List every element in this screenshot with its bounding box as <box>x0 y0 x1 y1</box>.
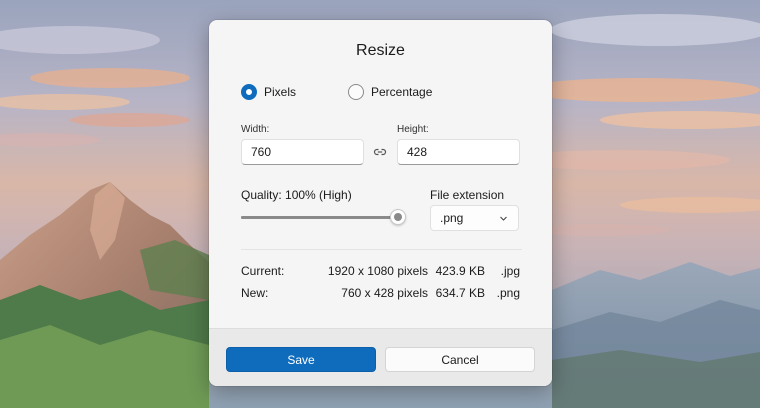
radio-pixels-label: Pixels <box>264 85 297 99</box>
radio-percentage-label: Percentage <box>371 85 433 99</box>
radio-percentage[interactable]: Percentage <box>348 84 432 100</box>
radio-pixels-indicator[interactable] <box>241 84 257 100</box>
resize-dialog: Resize Pixels Percentage Width: Height: … <box>209 20 552 386</box>
cancel-button[interactable]: Cancel <box>385 347 535 372</box>
new-info-row: New: 760 x 428 pixels 634.7 KB .png <box>241 286 522 302</box>
new-extension: .png <box>496 286 520 300</box>
height-label: Height: <box>397 124 429 135</box>
aspect-ratio-lock-button[interactable] <box>373 145 387 159</box>
height-input[interactable] <box>397 139 520 165</box>
new-file-size: 634.7 KB <box>435 286 485 300</box>
link-icon <box>373 148 387 156</box>
quality-slider[interactable] <box>241 208 406 226</box>
divider <box>241 249 522 250</box>
current-file-size: 423.9 KB <box>435 264 485 278</box>
chevron-down-icon <box>500 216 507 221</box>
file-extension-label: File extension <box>430 188 505 202</box>
radio-pixels[interactable]: Pixels <box>241 84 296 100</box>
current-extension: .jpg <box>500 264 520 278</box>
quality-slider-fill <box>241 216 391 219</box>
save-button[interactable]: Save <box>226 347 376 372</box>
file-extension-value: .png <box>440 211 464 225</box>
dialog-title: Resize <box>356 42 405 59</box>
current-info-row: Current: 1920 x 1080 pixels 423.9 KB .jp… <box>241 264 522 280</box>
current-dimensions: 1920 x 1080 pixels <box>327 264 428 278</box>
quality-slider-thumb[interactable] <box>390 209 406 225</box>
current-label: Current: <box>241 264 285 278</box>
dialog-footer: Save Cancel <box>209 328 552 386</box>
quality-label: Quality: 100% (High) <box>241 188 352 202</box>
radio-percentage-indicator[interactable] <box>348 84 364 100</box>
new-dimensions: 760 x 428 pixels <box>341 286 428 300</box>
new-label: New: <box>241 286 269 300</box>
file-extension-dropdown[interactable]: .png <box>430 205 519 231</box>
width-label: Width: <box>241 124 270 135</box>
width-input[interactable] <box>241 139 364 165</box>
